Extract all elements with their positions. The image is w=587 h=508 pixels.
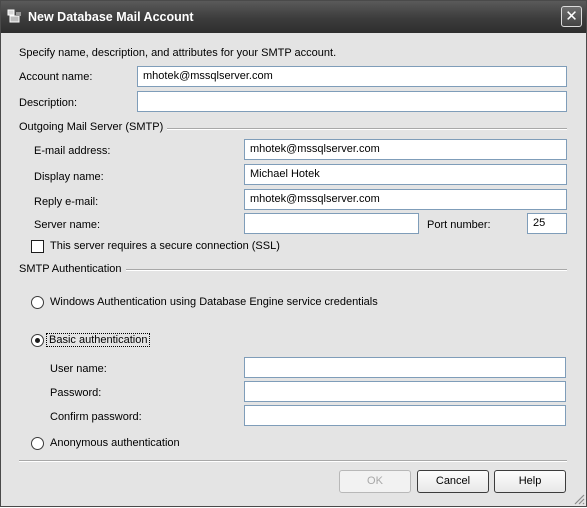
basic-auth-label-text: Basic authentication [49,334,148,346]
confirm-password-input[interactable] [244,405,566,426]
close-button[interactable]: ✕ [561,6,582,27]
server-name-label: Server name: [34,219,101,231]
display-name-input[interactable]: Michael Hotek [244,164,567,185]
windows-auth-radio[interactable] [31,296,44,309]
close-icon: ✕ [565,7,578,25]
email-address-input[interactable]: mhotek@mssqlserver.com [244,139,567,160]
port-number-label: Port number: [427,219,491,231]
password-input[interactable] [244,381,566,402]
confirm-password-label: Confirm password: [50,411,142,423]
windows-auth-label[interactable]: Windows Authentication using Database En… [50,296,378,308]
reply-email-input[interactable]: mhotek@mssqlserver.com [244,189,567,210]
database-mail-icon [7,8,23,24]
anonymous-auth-label[interactable]: Anonymous authentication [50,437,180,449]
description-label: Description: [19,97,78,109]
ssl-checkbox[interactable] [31,240,44,253]
help-button[interactable]: Help [494,470,566,493]
title-bar[interactable]: New Database Mail Account ✕ [1,1,586,33]
password-label: Password: [50,387,102,399]
username-label: User name: [50,363,107,375]
basic-auth-label[interactable]: Basic authentication [46,333,151,347]
intro-text: Specify name, description, and attribute… [19,47,337,59]
server-name-input[interactable] [244,213,419,234]
cancel-button[interactable]: Cancel [417,470,489,493]
auth-group-label: SMTP Authentication [19,263,126,275]
ok-button[interactable]: OK [339,470,411,493]
account-name-input[interactable]: mhotek@mssqlserver.com [137,66,567,87]
port-number-input[interactable]: 25 [527,213,567,234]
window-title: New Database Mail Account [28,10,194,24]
basic-auth-radio[interactable] [31,334,44,347]
footer-separator [19,460,567,462]
display-name-label: Display name: [34,171,104,183]
dialog-window: New Database Mail Account ✕ Specify name… [0,0,587,507]
smtp-group-label: Outgoing Mail Server (SMTP) [19,121,168,133]
anonymous-auth-radio[interactable] [31,437,44,450]
resize-grip-icon[interactable] [573,493,585,505]
ssl-label[interactable]: This server requires a secure connection… [50,240,280,252]
username-input[interactable] [244,357,566,378]
reply-email-label: Reply e-mail: [34,196,99,208]
description-input[interactable] [137,91,567,112]
email-address-label: E-mail address: [34,145,111,157]
account-name-label: Account name: [19,71,93,83]
